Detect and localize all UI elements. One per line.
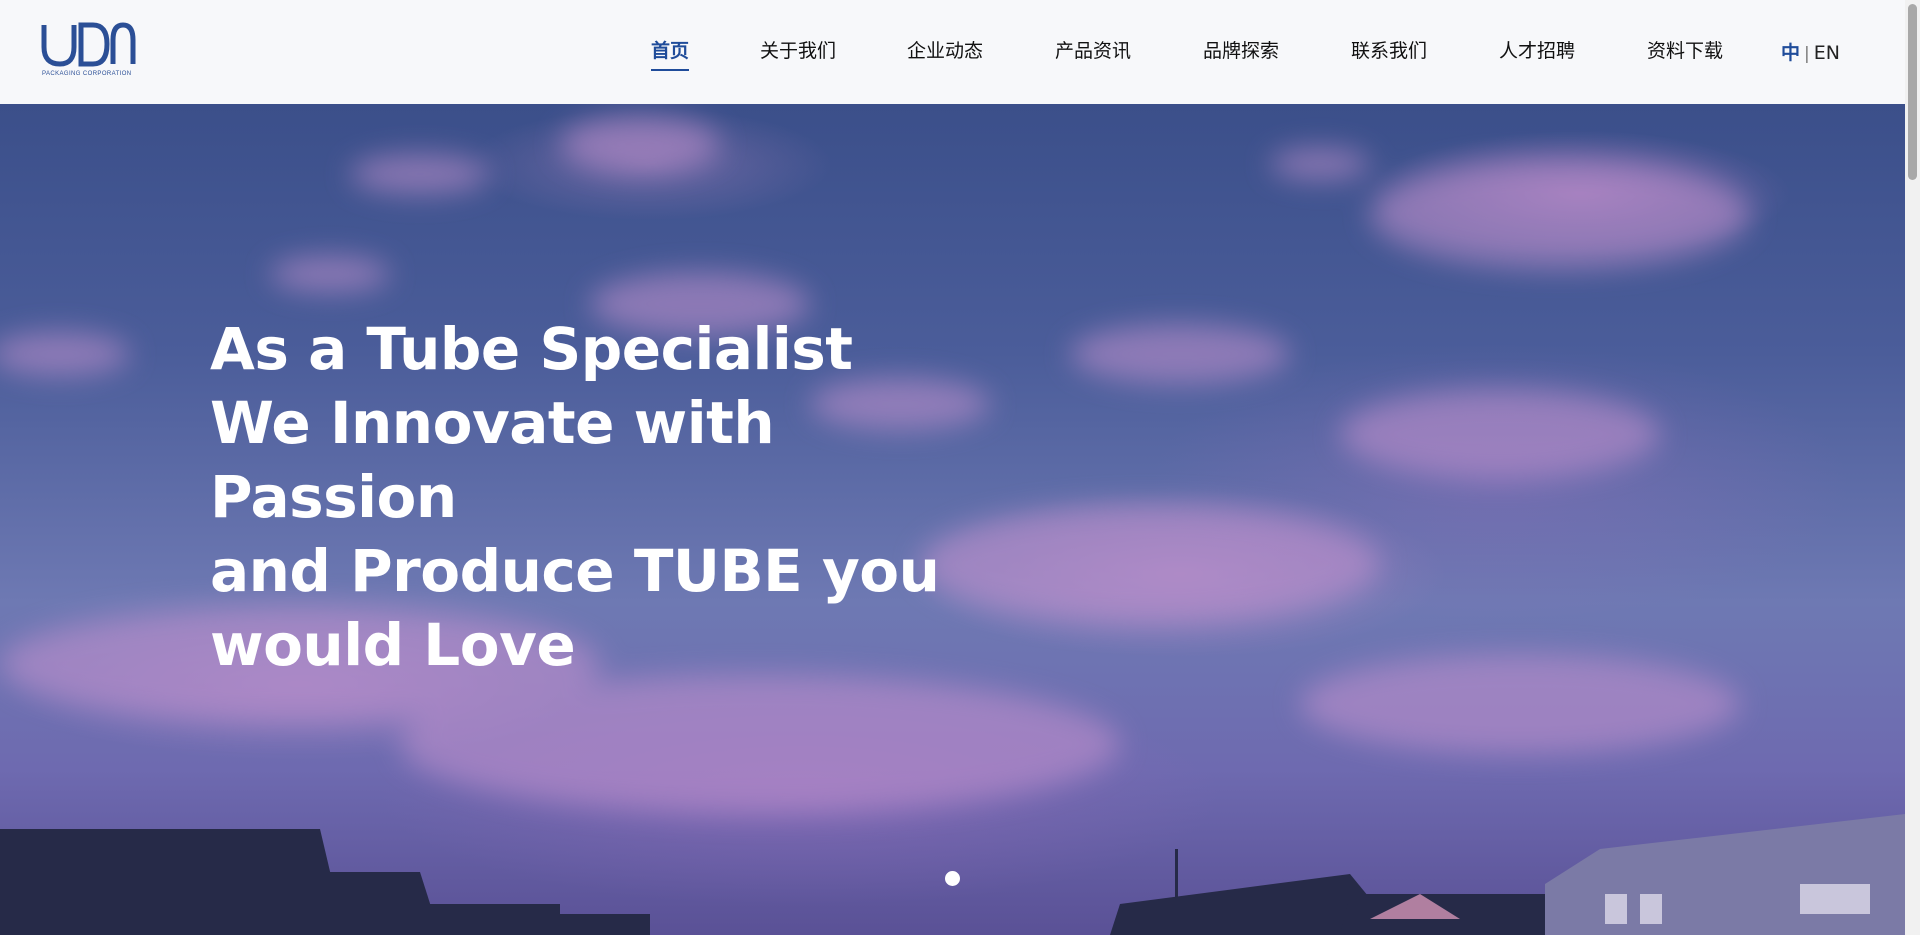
nav-brand[interactable]: 品牌探索 <box>1203 36 1279 72</box>
scrollbar-thumb[interactable] <box>1908 4 1917 180</box>
language-switcher: 中 | EN <box>1781 38 1840 65</box>
logo-caption: PACKAGING CORPORATION <box>42 71 132 77</box>
nav-downloads[interactable]: 资料下载 <box>1647 36 1723 72</box>
hero-line: Passion <box>210 463 457 531</box>
lang-separator: | <box>1804 44 1810 64</box>
hero-line: and Produce TUBE you <box>210 537 940 605</box>
nav-products[interactable]: 产品资讯 <box>1055 36 1131 72</box>
page-scrollbar[interactable] <box>1905 0 1920 935</box>
hero-banner: As a Tube Specialist We Innovate with Pa… <box>0 104 1905 935</box>
nav-home[interactable]: 首页 <box>651 36 690 72</box>
udn-logo[interactable]: PACKAGING CORPORATION <box>41 22 137 82</box>
nav-news[interactable]: 企业动态 <box>907 36 983 72</box>
site-header: PACKAGING CORPORATION 首页 关于我们 企业动态 产品资讯 … <box>0 0 1905 104</box>
hero-line: We Innovate with <box>210 389 775 457</box>
nav-contact[interactable]: 联系我们 <box>1351 36 1427 72</box>
nav-careers[interactable]: 人才招聘 <box>1499 36 1575 72</box>
udn-logo-mark <box>41 22 136 67</box>
lang-zh-link[interactable]: 中 <box>1781 42 1800 64</box>
lang-en-link[interactable]: EN <box>1814 42 1840 64</box>
hero-line: would Love <box>210 611 576 679</box>
hero-headline: As a Tube Specialist We Innovate with Pa… <box>210 312 940 682</box>
slide-dot-1[interactable] <box>945 871 960 886</box>
nav-about[interactable]: 关于我们 <box>760 36 836 72</box>
hero-line: As a Tube Specialist <box>210 315 853 383</box>
